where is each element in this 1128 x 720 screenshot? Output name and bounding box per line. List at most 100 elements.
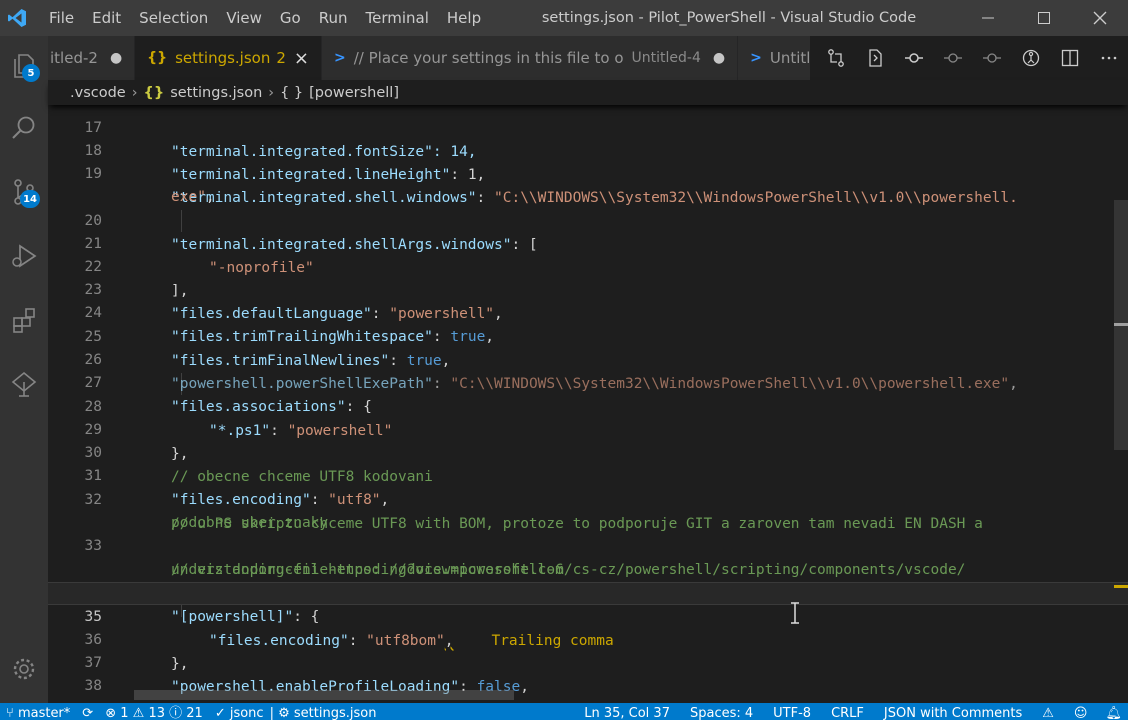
run-debug-icon[interactable] xyxy=(0,232,48,280)
code-line: 36 }, xyxy=(48,606,1128,671)
text-cursor-icon xyxy=(788,602,802,628)
language-mode[interactable]: JSON with Comments xyxy=(878,703,1028,720)
cursor-position[interactable]: Ln 35, Col 37 xyxy=(578,703,676,720)
code-line: 22 ], xyxy=(48,233,1128,298)
code-line: 33 // viz doporuceni https: //docs.micro… xyxy=(48,512,1128,577)
tab-label: settings.json xyxy=(175,49,271,67)
problem-count: 2 xyxy=(276,49,286,67)
maximize-icon[interactable] xyxy=(1016,0,1072,36)
extensions-icon[interactable] xyxy=(0,296,48,344)
close-tab-icon[interactable]: × xyxy=(294,48,309,69)
notifications-bell-icon[interactable]: 🔔︎ xyxy=(1099,703,1128,720)
tab-label: itled-2 xyxy=(50,49,98,67)
problems-status[interactable]: ⊗ 1 ⚠ 13 ⓘ 21 xyxy=(99,703,209,720)
explorer-badge: 5 xyxy=(22,64,40,82)
code-line: 19 "terminal.integrated.shell.windows": … xyxy=(48,140,1128,205)
code-line: 32 // u PS skriptu chceme UTF8 with BOM,… xyxy=(48,466,1128,531)
code-line: 30 // obecne chceme UTF8 kodovani xyxy=(48,419,1128,484)
menu-edit[interactable]: Edit xyxy=(83,0,130,36)
menu-run[interactable]: Run xyxy=(310,0,357,36)
breadcrumb: .vscode › {} settings.json › { } [powers… xyxy=(48,80,1128,105)
window-controls xyxy=(960,0,1128,36)
code-line-wrap: exe", xyxy=(171,189,215,206)
split-editor-icon[interactable] xyxy=(1050,36,1089,80)
code-line: 20 "terminal.integrated.shellArgs.window… xyxy=(48,187,1128,252)
open-file-icon[interactable] xyxy=(855,36,894,80)
end-of-line[interactable]: CRLF xyxy=(825,703,870,720)
info-icon: ⓘ xyxy=(169,706,187,720)
branch-status[interactable]: ⑂ master* xyxy=(0,703,76,720)
scrollbar-marker xyxy=(1114,323,1128,326)
json-file-icon: {} xyxy=(143,84,165,101)
menu-selection[interactable]: Selection xyxy=(130,0,217,36)
code-line: 29 }, xyxy=(48,396,1128,461)
git-commit-icon[interactable] xyxy=(894,36,933,80)
vertical-scrollbar[interactable] xyxy=(1114,105,1128,703)
json-file-icon: {} xyxy=(147,50,168,66)
code-line: 24 "files.trimTrailingWhitespace": true, xyxy=(48,279,1128,344)
code-line: 38 "powershell.integratedConsole.focusCo… xyxy=(48,652,1128,703)
source-control-icon[interactable]: 14 xyxy=(0,168,48,216)
editor-actions xyxy=(810,36,1128,80)
encoding[interactable]: UTF-8 xyxy=(767,703,817,720)
chevron-right-icon: › xyxy=(131,84,138,101)
code-line-wrap: podobne uber znaky xyxy=(48,489,1128,531)
breadcrumb-folder[interactable]: .vscode xyxy=(70,85,126,101)
error-icon: ⊗ xyxy=(105,706,121,720)
timeline-icon[interactable] xyxy=(1011,36,1050,80)
code-line-wrap: understanding-file-encoding?view=powersh… xyxy=(48,536,1128,578)
menu-go[interactable]: Go xyxy=(271,0,310,36)
feedback-icon[interactable]: ☺ xyxy=(1068,703,1094,720)
tab-untitled-4[interactable]: > // Place your settings in this file to… xyxy=(322,36,739,80)
code-line: 18 "terminal.integrated.lineHeight": 1, xyxy=(48,117,1128,182)
alert-icon[interactable]: ⚠ xyxy=(1036,703,1060,720)
breadcrumb-symbol[interactable]: [powershell] xyxy=(309,85,399,101)
title-bar: File Edit Selection View Go Run Terminal… xyxy=(0,0,1128,36)
git-branch-icon: ⑂ xyxy=(6,706,18,720)
tab-description: Untitled-4 xyxy=(631,50,701,66)
tab-settings-json[interactable]: {} settings.json 2 × xyxy=(135,36,322,80)
remote-explorer-icon[interactable] xyxy=(0,360,48,408)
compare-changes-icon[interactable] xyxy=(816,36,855,80)
powershell-file-icon: > xyxy=(750,50,762,66)
tab-untitled-2[interactable]: itled-2 ● xyxy=(48,36,136,80)
sync-icon[interactable]: ⟳ xyxy=(76,703,99,720)
code-line: 37 "powershell.enableProfileLoading": fa… xyxy=(48,629,1128,694)
object-symbol-icon: { } xyxy=(280,84,304,101)
jsonc-status[interactable]: ✓ jsonc xyxy=(209,703,270,720)
menu-terminal[interactable]: Terminal xyxy=(357,0,438,36)
menu-help[interactable]: Help xyxy=(438,0,490,36)
code-line: 25 "files.trimFinalNewlines": true, xyxy=(48,303,1128,368)
code-line: 17 "terminal.integrated.fontSize": 14, xyxy=(48,105,1128,159)
warning-icon: ⚠ xyxy=(132,706,149,720)
minimize-icon[interactable] xyxy=(960,0,1016,36)
horizontal-scrollbar[interactable] xyxy=(134,690,514,700)
vscode-logo-icon xyxy=(4,0,30,36)
current-line: 35 "files.encoding": "utf8bom", Trailing … xyxy=(48,582,1128,649)
settings-gear-icon[interactable] xyxy=(0,645,48,693)
previous-change-icon[interactable] xyxy=(933,36,972,80)
source-control-badge: 14 xyxy=(20,190,40,208)
dirty-indicator: ● xyxy=(712,50,726,66)
explorer-icon[interactable]: 5 xyxy=(0,42,48,90)
code-line: 27 "files.associations": { xyxy=(48,349,1128,414)
scrollbar-marker xyxy=(1114,585,1128,588)
breadcrumb-file[interactable]: settings.json xyxy=(170,85,262,101)
code-line: 23 "files.defaultLanguage": "powershell"… xyxy=(48,256,1128,321)
indentation[interactable]: Spaces: 4 xyxy=(684,703,759,720)
menu-file[interactable]: File xyxy=(40,0,83,36)
menu-view[interactable]: View xyxy=(217,0,271,36)
code-line: 31 "files.encoding": "utf8", xyxy=(48,442,1128,507)
tab-label: // Place your settings in this file to o xyxy=(353,49,624,67)
settings-status[interactable]: | ⚙ settings.json xyxy=(270,703,383,720)
code-editor[interactable]: 17 "terminal.integrated.fontSize": 14, 1… xyxy=(48,105,1128,703)
close-window-icon[interactable] xyxy=(1072,0,1128,36)
check-icon: ✓ xyxy=(214,706,230,720)
gear-icon: | ⚙ xyxy=(269,706,294,720)
powershell-file-icon: > xyxy=(334,50,346,66)
more-actions-icon[interactable] xyxy=(1089,36,1128,80)
code-line: 28 "*.ps1": "powershell" xyxy=(48,373,1128,438)
next-change-icon[interactable] xyxy=(972,36,1011,80)
dirty-indicator: ● xyxy=(109,50,123,66)
search-icon[interactable] xyxy=(0,104,48,152)
